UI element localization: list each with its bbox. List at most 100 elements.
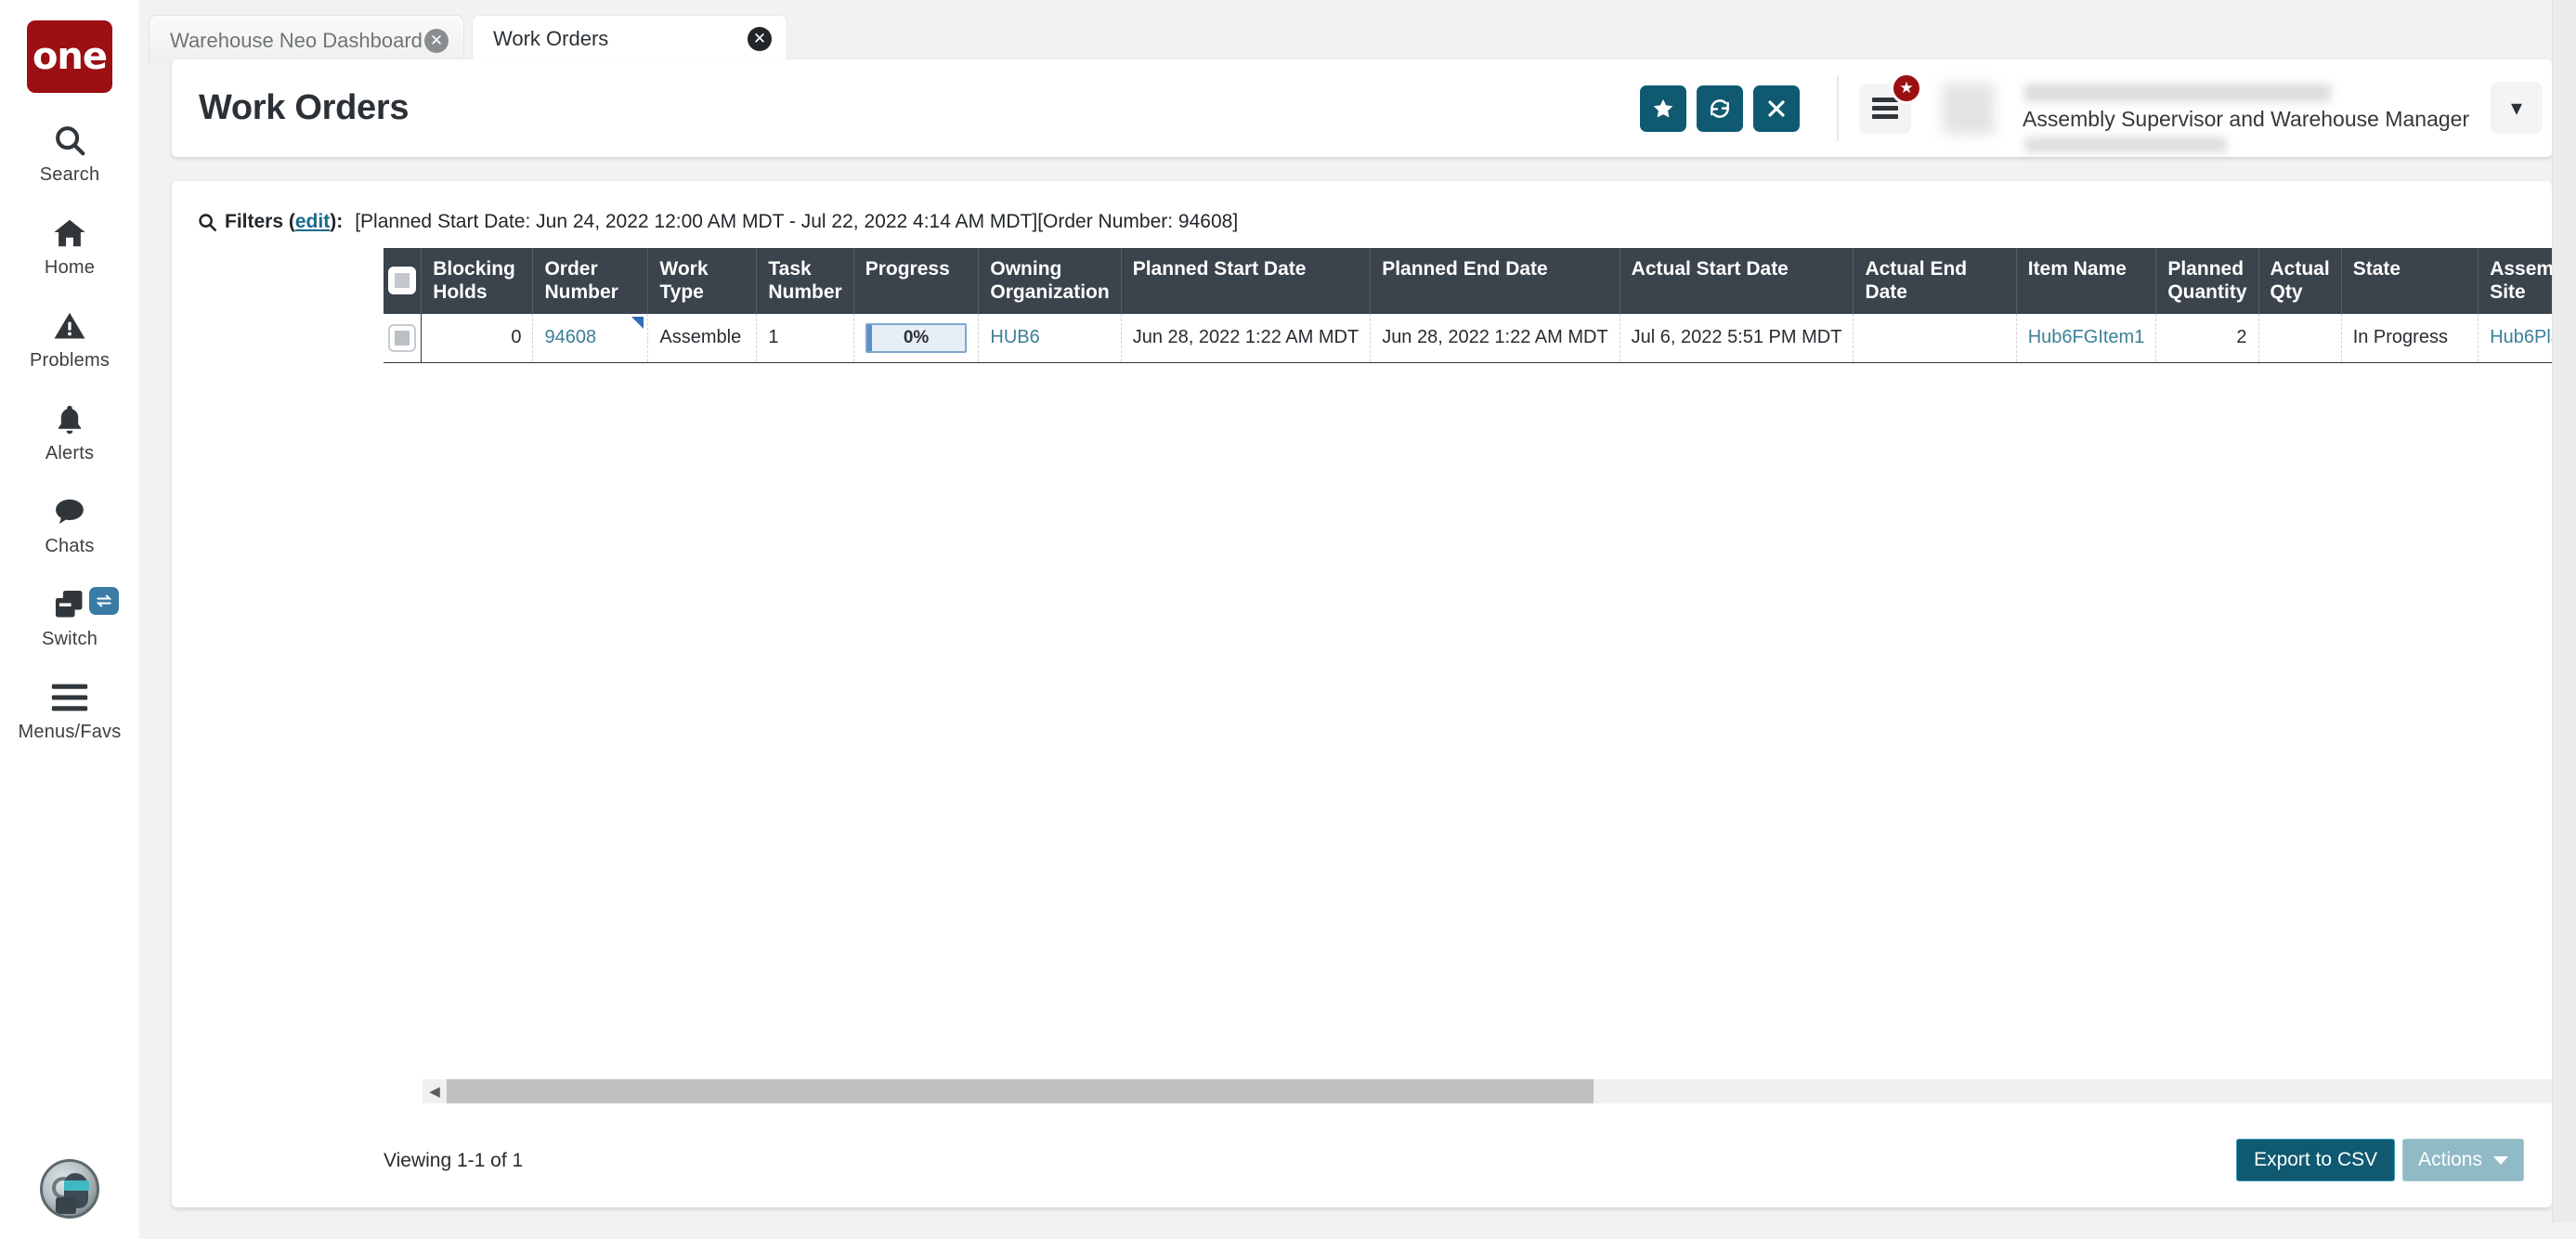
cell-work_type: Assemble [648,314,757,363]
sidebar-item-home[interactable]: Home [0,214,139,279]
header-divider [1837,76,1839,141]
tab-label: Work Orders [493,27,748,51]
refresh-button[interactable] [1697,85,1743,132]
sidebar-item-alerts[interactable]: Alerts [0,399,139,464]
close-circle-icon[interactable]: ✕ [748,27,772,51]
sidebar-item-label: Menus/Favs [19,722,122,743]
footer-actions: Export to CSV Actions [2236,1139,2524,1181]
sidebar-item-label: Switch [42,629,98,650]
column-header-plan_qty[interactable]: Planned Quantity [2156,248,2258,314]
column-header-act_end[interactable]: Actual End Date [1854,248,2016,314]
cell-plan_end: Jun 28, 2022 1:22 AM MDT [1371,314,1620,363]
search-icon [52,121,87,160]
refresh-icon [1708,97,1732,121]
close-circle-icon[interactable]: ✕ [424,29,449,53]
star-icon [1651,97,1675,121]
sidebar-item-label: Alerts [46,443,94,464]
cell-act_end [1854,314,2016,363]
switch-windows-icon [51,585,88,624]
filters-edit-link[interactable]: edit [295,211,330,232]
row-select-checkbox[interactable] [384,314,422,363]
chat-bubble-icon [51,492,88,531]
column-header-plan_start[interactable]: Planned Start Date [1121,248,1370,314]
tab-warehouse-neo-dashboard[interactable]: Warehouse Neo Dashboard ✕ [149,15,464,65]
sidebar-item-search[interactable]: Search [0,121,139,186]
horizontal-scrollbar[interactable]: ◀ ▶ [423,1079,2576,1103]
swap-arrows-icon[interactable] [89,587,119,615]
sidebar-item-label: Home [45,257,95,279]
user-info-block[interactable]: Assembly Supervisor and Warehouse Manage… [2023,84,2498,152]
cell-act_start: Jul 6, 2022 5:51 PM MDT [1620,314,1854,363]
scrollbar-thumb[interactable] [447,1079,1594,1103]
column-header-work_type[interactable]: Work Type [648,248,757,314]
column-header-item_name[interactable]: Item Name [2016,248,2156,314]
tab-work-orders[interactable]: Work Orders ✕ [472,15,787,65]
filter-bar: Filters (edit): [Planned Start Date: Jun… [197,206,2530,238]
cell-task_number: 1 [757,314,853,363]
filters-label: Filters [225,211,283,233]
hamburger-icon [51,678,88,717]
sidebar-item-switch[interactable]: Switch [0,585,139,650]
cell-progress: 0% [853,314,979,363]
search-icon [197,212,217,232]
header-action-buttons [1640,85,1800,132]
checkbox-icon[interactable] [388,267,416,294]
cell-order_number: 94608 [533,314,648,363]
work-orders-table: Blocking HoldsOrder NumberWork TypeTask … [384,248,2576,363]
cell-plan_qty: 2 [2156,314,2258,363]
page-header: Work Orders ★ Assembly Supervisor and Wa… [172,59,2552,157]
cell-actual_qty [2258,314,2341,363]
cell-state: In Progress [2341,314,2478,363]
checkbox-icon[interactable] [388,324,416,352]
window-bottom-edge [139,1222,2576,1239]
user-organization [2024,137,2227,152]
scrollbar-track[interactable] [447,1079,2576,1103]
page-title: Work Orders [199,88,409,128]
user-name [2024,84,2331,102]
filters-punctuation: (edit): [283,211,343,233]
sidebar-item-menus-favs[interactable]: Menus/Favs [0,678,139,743]
sidebar-item-label: Search [40,164,100,186]
order-number-link[interactable]: 94608 [544,327,596,347]
menus-favs-button[interactable]: ★ [1859,84,1911,134]
cell-plan_start: Jun 28, 2022 1:22 AM MDT [1121,314,1370,363]
bell-icon [54,399,85,438]
select-all-checkbox[interactable] [384,248,422,314]
item_name-link[interactable]: Hub6FGItem1 [2028,327,2145,347]
column-header-order_number[interactable]: Order Number [533,248,648,314]
brand-logo-text: one [33,35,107,78]
flag-corner-icon [631,317,644,329]
user-menu-chevron-down-icon[interactable]: ▾ [2491,82,2543,134]
progress-bar[interactable]: 0% [865,323,968,353]
home-icon [51,214,88,253]
arrow-left-icon[interactable]: ◀ [423,1079,447,1103]
work-orders-table-viewport: Blocking HoldsOrder NumberWork TypeTask … [384,248,2576,1205]
column-header-actual_qty[interactable]: Actual Qty [2258,248,2341,314]
column-header-progress[interactable]: Progress [853,248,979,314]
favorite-button[interactable] [1640,85,1686,132]
record-count-label: Viewing 1-1 of 1 [384,1150,523,1172]
column-header-task_number[interactable]: Task Number [757,248,853,314]
brand-logo[interactable]: one [27,20,112,93]
column-header-blocking[interactable]: Blocking Holds [422,248,533,314]
warning-triangle-icon [52,306,87,346]
close-button[interactable] [1753,85,1800,132]
export-to-csv-button[interactable]: Export to CSV [2236,1139,2395,1181]
owning_org-link[interactable]: HUB6 [990,327,1039,347]
cell-owning_org: HUB6 [979,314,1121,363]
sidebar-item-label: Chats [45,536,94,557]
column-header-act_start[interactable]: Actual Start Date [1620,248,1854,314]
user-avatar[interactable] [1943,83,1995,135]
column-header-state[interactable]: State [2341,248,2478,314]
sidebar-item-chats[interactable]: Chats [0,492,139,557]
actions-button[interactable]: Actions [2402,1139,2524,1181]
actions-button-label: Actions [2418,1149,2482,1171]
sidebar-item-problems[interactable]: Problems [0,306,139,372]
column-header-plan_end[interactable]: Planned End Date [1371,248,1620,314]
ai-assistant-avatar[interactable] [40,1159,99,1219]
tab-strip: Warehouse Neo Dashboard ✕ Work Orders ✕ [139,0,2576,65]
table-row[interactable]: 094608Assemble10%HUB6Jun 28, 2022 1:22 A… [384,314,2576,363]
user-role: Assembly Supervisor and Warehouse Manage… [2023,107,2498,132]
window-right-edge [2552,0,2576,1239]
column-header-owning_org[interactable]: Owning Organization [979,248,1121,314]
